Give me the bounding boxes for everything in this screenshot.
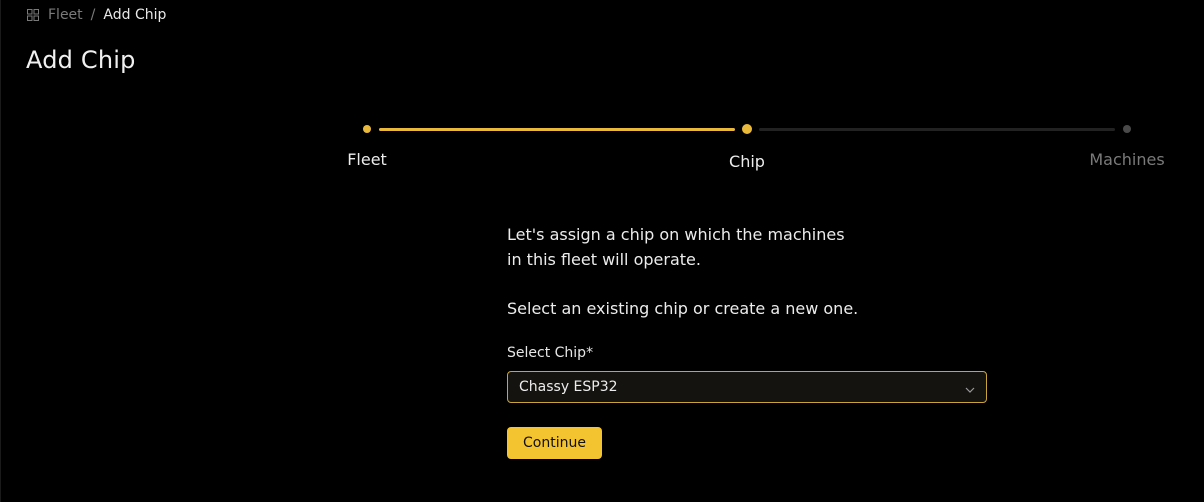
step-line-fleet-chip [379, 127, 735, 131]
step-dot-fleet [363, 125, 371, 133]
breadcrumb-fleet-link[interactable]: Fleet [48, 7, 83, 23]
step-label-machines: Machines [1089, 150, 1165, 169]
select-chip-value: Chassy ESP32 [519, 379, 618, 395]
chevron-down-icon [964, 381, 976, 393]
select-chip-label: Select Chip* [507, 345, 594, 361]
breadcrumb: Fleet / Add Chip [27, 6, 166, 24]
step-label-chip: Chip [729, 152, 765, 171]
step-dot-chip [742, 124, 752, 134]
add-chip-page: Fleet / Add Chip Add Chip Fleet Chip Mac… [0, 0, 1204, 502]
chip-form: Let's assign a chip on which the machine… [507, 222, 987, 459]
progress-stepper: Fleet Chip Machines [331, 120, 1191, 180]
page-title: Add Chip [26, 46, 136, 74]
grid-icon[interactable] [27, 9, 39, 21]
step-line-chip-machines [759, 127, 1115, 131]
instruction-text: Select an existing chip or create a new … [507, 299, 859, 318]
intro-text: Let's assign a chip on which the machine… [507, 225, 845, 269]
step-label-fleet: Fleet [347, 150, 387, 169]
continue-button[interactable]: Continue [507, 427, 602, 459]
select-chip-dropdown[interactable]: Chassy ESP32 [507, 371, 987, 403]
breadcrumb-current: Add Chip [103, 7, 167, 23]
step-dot-machines [1123, 125, 1131, 133]
breadcrumb-separator: / [90, 7, 96, 23]
